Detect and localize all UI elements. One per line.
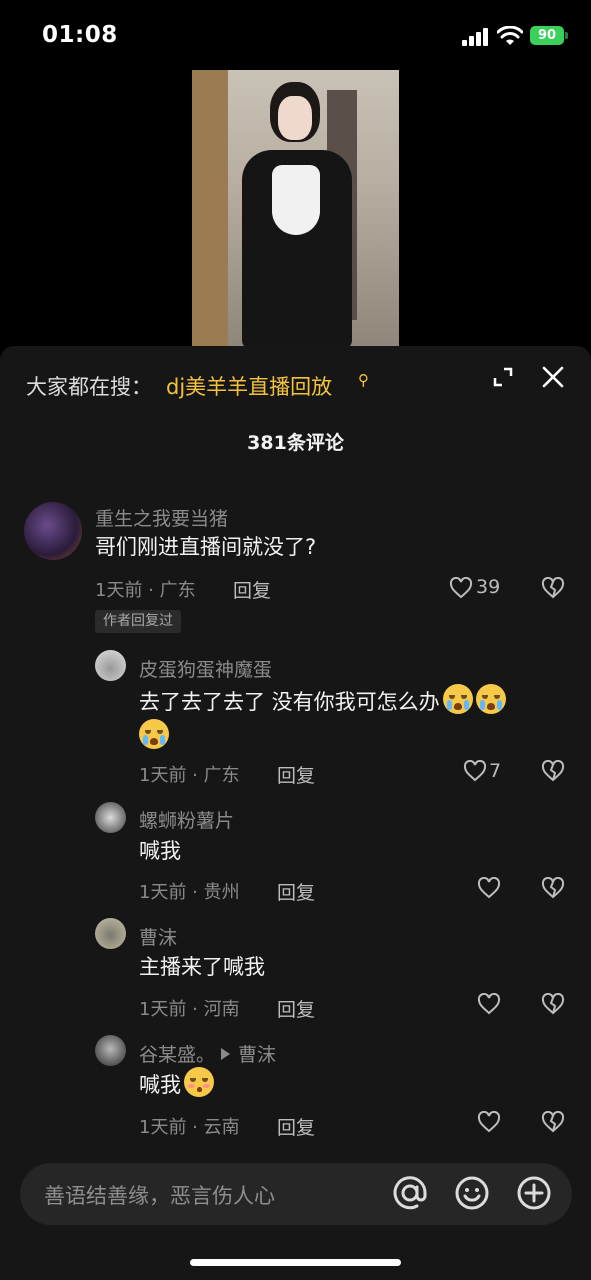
comment-author[interactable]: 谷某盛。 曹沫 bbox=[139, 1040, 276, 1067]
comment-text: 去了去了去了 没有你我可怎么办 bbox=[139, 684, 559, 754]
crying-emoji-icon bbox=[442, 684, 473, 714]
comment-meta: 1天前 · 云南 bbox=[139, 1117, 240, 1138]
comment-meta: 1天前 · 广东 bbox=[139, 765, 240, 786]
crying-emoji-icon bbox=[475, 684, 506, 714]
emoji-icon[interactable] bbox=[454, 1175, 490, 1211]
comment-meta: 1天前 · 广东 bbox=[95, 580, 196, 601]
reply-button[interactable]: 回复 bbox=[277, 878, 315, 905]
reply-button[interactable]: 回复 bbox=[277, 995, 315, 1022]
comment-text: 主播来了喊我 bbox=[139, 955, 265, 979]
comment-meta: 1天前 · 河南 bbox=[139, 999, 240, 1020]
reply-button[interactable]: 回复 bbox=[277, 761, 315, 788]
like-heart-icon[interactable] bbox=[463, 760, 487, 782]
search-icon[interactable]: ⚲ bbox=[358, 371, 369, 389]
comment-meta: 1天前 · 贵州 bbox=[139, 882, 240, 903]
expand-icon[interactable] bbox=[492, 366, 514, 388]
avatar[interactable] bbox=[95, 1035, 126, 1066]
comment-author-name[interactable]: 谷某盛。 bbox=[139, 1044, 215, 1066]
like-heart-icon[interactable] bbox=[449, 577, 473, 599]
reply-button[interactable]: 回复 bbox=[277, 1113, 315, 1140]
battery-icon: 90 bbox=[530, 26, 564, 45]
dislike-heart-icon[interactable] bbox=[541, 993, 565, 1015]
dislike-heart-icon[interactable] bbox=[541, 1111, 565, 1133]
reply-button[interactable]: 回复 bbox=[233, 576, 271, 603]
comment-count: 381条评论 bbox=[247, 432, 344, 454]
dislike-heart-icon[interactable] bbox=[541, 577, 565, 599]
dislike-heart-icon[interactable] bbox=[541, 760, 565, 782]
like-count: 7 bbox=[489, 760, 502, 782]
avatar[interactable] bbox=[95, 650, 126, 681]
close-icon[interactable] bbox=[541, 365, 565, 389]
status-time: 01:08 bbox=[42, 22, 118, 48]
add-icon[interactable] bbox=[516, 1175, 552, 1211]
comment-text-content: 去了去了去了 没有你我可怎么办 bbox=[139, 690, 440, 714]
dislike-heart-icon[interactable] bbox=[541, 877, 565, 899]
reply-arrow-icon bbox=[221, 1048, 231, 1060]
comment-text: 哥们刚进直播间就没了? bbox=[95, 535, 317, 559]
avatar[interactable] bbox=[24, 502, 82, 560]
cellular-signal-icon bbox=[462, 28, 488, 46]
comment-author[interactable]: 螺蛳粉薯片 bbox=[139, 806, 234, 833]
avatar[interactable] bbox=[95, 918, 126, 949]
search-suggestion-prefix: 大家都在搜： bbox=[26, 375, 152, 399]
comment-author[interactable]: 皮蛋狗蛋神魔蛋 bbox=[139, 655, 272, 682]
video-preview[interactable] bbox=[192, 70, 399, 348]
avatar[interactable] bbox=[95, 802, 126, 833]
crying-emoji-icon bbox=[139, 719, 169, 749]
shy-emoji-icon bbox=[184, 1067, 214, 1097]
comment-input-placeholder[interactable]: 善语结善缘，恶言伤人心 bbox=[44, 1180, 275, 1210]
reply-to-name[interactable]: 曹沫 bbox=[238, 1044, 276, 1066]
battery-tip bbox=[565, 32, 568, 39]
like-heart-icon[interactable] bbox=[477, 993, 501, 1015]
like-count: 39 bbox=[476, 576, 501, 598]
status-bar: 01:08 90 bbox=[0, 0, 591, 70]
like-heart-icon[interactable] bbox=[477, 1111, 501, 1133]
comment-author[interactable]: 曹沫 bbox=[139, 923, 177, 950]
at-mention-icon[interactable] bbox=[391, 1174, 429, 1212]
author-replied-badge: 作者回复过 bbox=[95, 610, 181, 633]
like-heart-icon[interactable] bbox=[477, 877, 501, 899]
wifi-icon bbox=[497, 26, 523, 45]
home-indicator[interactable] bbox=[190, 1259, 401, 1266]
comment-text: 喊我 bbox=[139, 839, 181, 863]
comment-author[interactable]: 重生之我要当猪 bbox=[95, 504, 228, 531]
comment-text: 喊我 bbox=[139, 1067, 214, 1102]
search-suggestion-link[interactable]: dj美羊羊直播回放 bbox=[166, 371, 332, 401]
comment-text-content: 喊我 bbox=[139, 1073, 181, 1097]
